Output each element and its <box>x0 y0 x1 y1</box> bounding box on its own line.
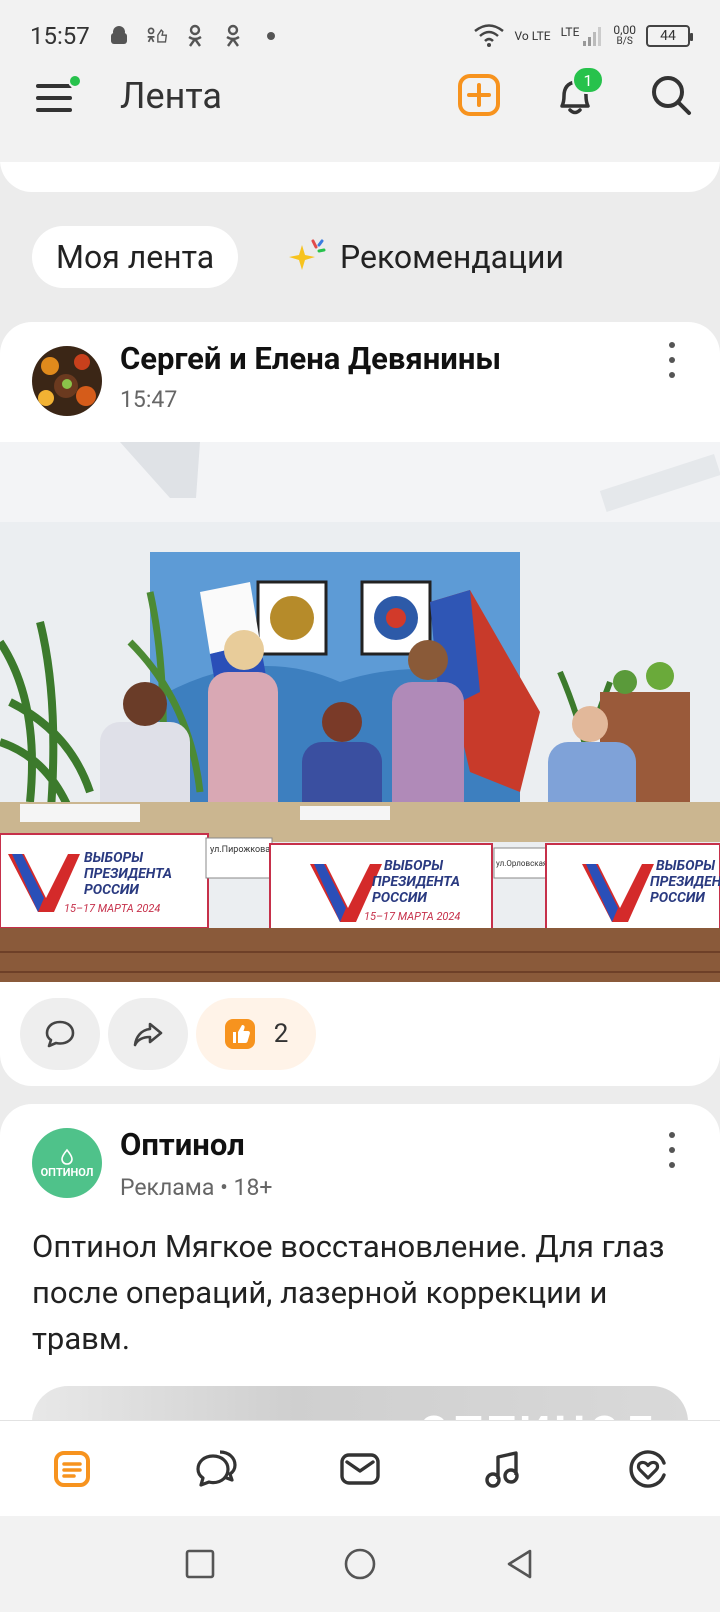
create-post-button[interactable] <box>456 72 502 118</box>
ad-logo-text: ОПТИНОЛ <box>40 1165 94 1179</box>
ad-image[interactable]: ОПТИНОЛ <box>32 1386 688 1424</box>
banner-2-line1: ВЫБОРЫ <box>384 858 443 874</box>
ad-brand-logo[interactable]: ОПТИНОЛ <box>32 1128 102 1198</box>
post-timestamp: 15:47 <box>120 386 178 413</box>
banner-2-line3: РОССИИ <box>372 890 427 906</box>
bottom-navigation <box>0 1420 720 1516</box>
square-icon <box>185 1549 215 1579</box>
banner-2-line2: ПРЕЗИДЕНТА <box>372 874 460 890</box>
banner-3-line2: ПРЕЗИДЕНТА <box>650 874 720 890</box>
share-arrow-icon <box>133 1022 163 1047</box>
autumn-leaves-avatar-image <box>32 346 102 416</box>
battery-level: 44 <box>660 28 676 44</box>
avatar[interactable] <box>32 346 102 416</box>
banner-1-line1: ВЫБОРЫ <box>84 850 143 866</box>
battery-indicator: 44 <box>646 25 693 47</box>
envelope-icon <box>340 1452 380 1485</box>
menu-indicator-dot <box>68 74 82 88</box>
post-more-button[interactable] <box>660 338 684 382</box>
comment-button[interactable] <box>20 998 100 1070</box>
share-button[interactable] <box>108 998 188 1070</box>
ad-brand-name[interactable]: Оптинол <box>120 1126 245 1163</box>
status-time: 15:57 <box>30 22 90 50</box>
status-bar: 15:57 Vo LTE LTE 0,00 B/S 44 <box>0 0 720 72</box>
triangle-back-icon <box>507 1549 532 1579</box>
lte-label: LTE <box>560 25 580 39</box>
ok-logo-icon <box>184 24 206 47</box>
ad-label: Реклама • 18+ <box>120 1174 273 1201</box>
back-button[interactable] <box>490 1534 550 1594</box>
net-speed: 0,00 B/S <box>613 24 636 48</box>
wifi-icon <box>473 23 505 50</box>
tab-recommendations-label: Рекомендации <box>340 238 564 276</box>
menu-button[interactable] <box>36 74 82 120</box>
net-speed-value: 0,00 <box>613 23 636 37</box>
music-note-icon <box>485 1450 519 1488</box>
banner-1-line2: ПРЕЗИДЕНТА <box>84 866 172 882</box>
tab-my-feed-label: Моя лента <box>56 238 215 276</box>
nav-messages[interactable] <box>324 1433 396 1505</box>
ok-logo-icon <box>222 24 244 47</box>
page-title: Лента <box>120 75 222 117</box>
circle-icon <box>344 1548 376 1580</box>
thumbs-up-icon <box>224 1019 255 1049</box>
feed-icon <box>54 1450 90 1487</box>
banner-3-line3: РОССИИ <box>650 890 705 906</box>
banner-1-date: 15–17 МАРТА 2024 <box>64 902 160 915</box>
post-card: Сергей и Елена Девянины 15:47 ВЫБОРЫ ПРЕ… <box>0 322 720 1086</box>
photo-sign-1: ул.Пирожкова <box>210 845 270 855</box>
post-author-name[interactable]: Сергей и Елена Девянины <box>120 340 501 377</box>
signal-icon: LTE <box>561 25 604 47</box>
ad-card: ОПТИНОЛ Оптинол Реклама • 18+ Оптинол Мя… <box>0 1104 720 1424</box>
banner-1-line3: РОССИИ <box>84 882 139 898</box>
photo-sign-2: ул.Орловская <box>496 859 547 868</box>
search-button[interactable] <box>648 72 694 118</box>
more-dot-icon <box>260 25 282 47</box>
notification-badge: 1 <box>572 66 604 94</box>
search-icon <box>652 76 691 115</box>
ad-text: Оптинол Мягкое восстановление. Для глаз … <box>32 1228 665 1357</box>
sparkle-star-icon <box>289 239 326 270</box>
ok-like-icon <box>146 25 168 47</box>
android-icon <box>108 25 130 47</box>
nav-feed[interactable] <box>36 1433 108 1505</box>
home-button[interactable] <box>330 1534 390 1594</box>
comment-bubble-icon <box>45 1020 75 1048</box>
drop-icon <box>61 1148 73 1165</box>
net-speed-unit: B/S <box>616 36 633 47</box>
plus-square-icon <box>458 74 500 116</box>
banner-2-date: 15–17 МАРТА 2024 <box>364 910 460 923</box>
tab-my-feed[interactable]: Моя лента <box>32 226 239 288</box>
ad-more-button[interactable] <box>660 1128 684 1172</box>
post-photo[interactable]: ВЫБОРЫ ПРЕЗИДЕНТА РОССИИ 15–17 МАРТА 202… <box>0 442 720 982</box>
recent-apps-button[interactable] <box>170 1534 230 1594</box>
volte-label: Vo LTE <box>514 29 551 43</box>
banner-3-line1: ВЫБОРЫ <box>656 858 715 874</box>
chat-bubbles-icon <box>196 1449 237 1487</box>
nav-recommendations[interactable] <box>612 1433 684 1505</box>
app-header: Лента 1 <box>0 66 720 162</box>
tab-recommendations[interactable]: Рекомендации <box>286 226 564 288</box>
system-navigation-bar <box>0 1516 720 1612</box>
like-count: 2 <box>273 1019 289 1049</box>
heart-circle-icon <box>629 1449 666 1488</box>
nav-discussions[interactable] <box>180 1433 252 1505</box>
nav-music[interactable] <box>468 1433 540 1505</box>
like-button[interactable]: 2 <box>196 998 316 1070</box>
